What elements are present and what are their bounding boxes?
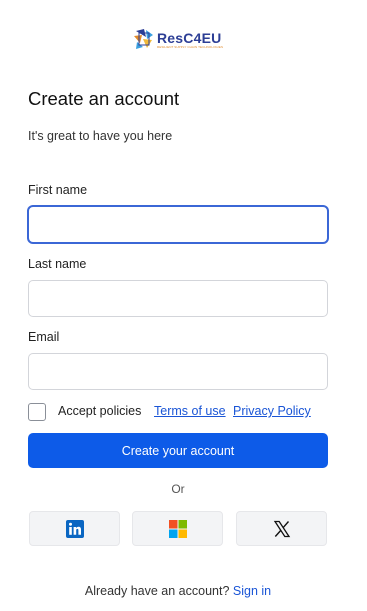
first-name-label: First name (28, 183, 88, 197)
signin-link[interactable]: Sign in (233, 584, 271, 598)
terms-of-use-link[interactable]: Terms of use (154, 404, 226, 418)
create-account-button[interactable]: Create your account (28, 433, 328, 468)
logo-mark-icon (134, 29, 153, 49)
accept-policies-checkbox[interactable] (28, 403, 46, 421)
or-divider: Or (171, 482, 185, 496)
last-name-label: Last name (28, 257, 87, 271)
brand-logo: ResC4EU RESILIENT SUPPLY CHAIN TECHNOLOG… (133, 27, 225, 53)
page-title: Create an account (28, 88, 180, 109)
last-name-field[interactable] (28, 280, 328, 317)
email-field[interactable] (28, 353, 328, 390)
brand-tagline: RESILIENT SUPPLY CHAIN TECHNOLOGIES (157, 45, 224, 49)
microsoft-signup-button[interactable] (132, 511, 223, 546)
privacy-policy-link[interactable]: Privacy Policy (233, 404, 311, 418)
linkedin-signup-button[interactable] (29, 511, 120, 546)
signin-prompt-text: Already have an account? (84, 584, 230, 598)
email-label: Email (28, 330, 60, 344)
brand-name: ResC4EU (157, 30, 222, 46)
accept-policies-label: Accept policies (58, 404, 142, 418)
microsoft-icon (168, 519, 187, 538)
first-name-field[interactable] (28, 206, 328, 243)
signin-prompt: Already have an account? Sign in (0, 584, 356, 598)
page-subtitle: It's great to have you here (28, 129, 173, 143)
linkedin-icon (65, 519, 84, 538)
x-icon (273, 520, 290, 537)
x-signup-button[interactable] (236, 511, 327, 546)
